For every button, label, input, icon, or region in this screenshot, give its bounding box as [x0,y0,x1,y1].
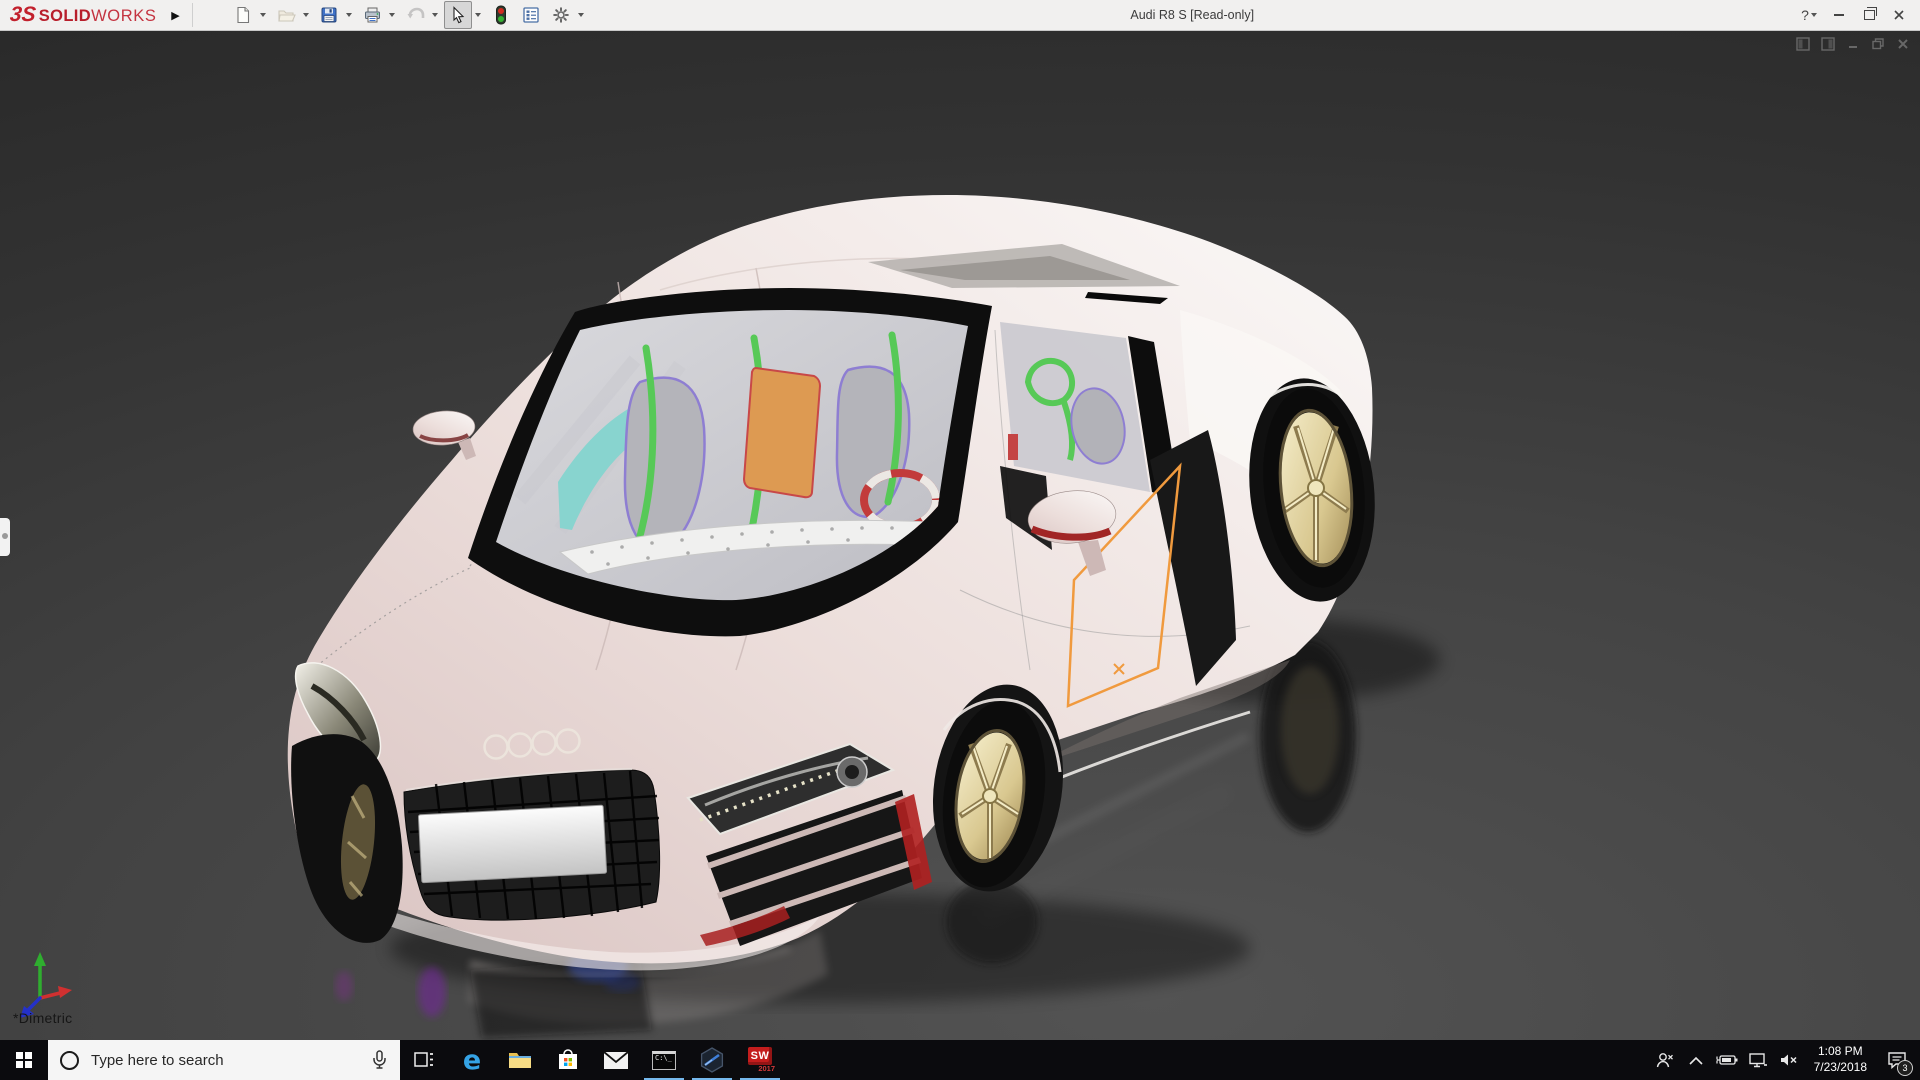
clock-date: 7/23/2018 [1813,1060,1867,1074]
help-dropdown [1810,13,1817,17]
save-button[interactable] [315,1,343,29]
window-controls: ? [1796,3,1912,27]
doc-restore-button[interactable] [1871,37,1885,51]
settings-button[interactable] [547,1,575,29]
undo-dropdown[interactable] [432,13,439,17]
window-title: Audi R8 S [Read-only] [1130,8,1255,22]
solidworks-logo: 3S SOLID WORKS [8,3,157,26]
restore-icon [1863,7,1877,20]
search-input[interactable] [89,1050,361,1070]
minimize-button[interactable] [1826,3,1852,27]
speaker-muted-icon [1780,1054,1797,1066]
taskbar-cad-hexagon-app[interactable] [688,1040,736,1080]
new-document-dropdown[interactable] [260,13,267,17]
options-list-icon [523,7,540,23]
cortana-icon [60,1050,79,1070]
taskbar-solidworks-2017[interactable]: SW 2017 [736,1040,784,1080]
license-plate [417,804,608,884]
taskbar-edge[interactable]: e [448,1040,496,1080]
chevron-up-icon [1689,1056,1703,1065]
view-orientation-label: *Dimetric [13,1010,73,1026]
network-status[interactable] [1746,1040,1770,1080]
task-view-icon [414,1052,433,1067]
taskbar-store[interactable] [544,1040,592,1080]
quick-toolbar [229,1,588,29]
windows-logo-icon [16,1052,32,1068]
taskbar-search[interactable] [48,1040,400,1080]
doc-close-button[interactable] [1896,37,1910,51]
select-tool-button[interactable] [444,1,473,29]
print-dropdown[interactable] [389,13,396,17]
file-explorer-icon [509,1053,531,1068]
help-button[interactable]: ? [1796,3,1822,27]
network-icon [1748,1053,1767,1068]
task-view-button[interactable] [400,1040,448,1080]
solidworks-2017-icon: SW 2017 [747,1047,775,1073]
minimize-icon [1834,14,1844,16]
taskbar-file-explorer[interactable] [496,1040,544,1080]
restore-button[interactable] [1856,3,1882,27]
windows-taskbar: e C:\_ SW [0,1040,1920,1080]
save-icon [321,7,337,23]
select-cursor-icon [453,6,465,24]
taskbar-mail[interactable] [592,1040,640,1080]
volume-status[interactable] [1777,1040,1801,1080]
command-prompt-icon: C:\_ [652,1050,676,1070]
gear-icon [553,7,570,23]
taskbar-command-prompt[interactable]: C:\_ [640,1040,688,1080]
rebuild-button[interactable] [487,1,515,29]
select-dropdown[interactable] [475,13,482,17]
save-dropdown[interactable] [346,13,353,17]
edge-icon: e [462,1044,482,1076]
taskbar-clock[interactable]: 1:08 PM 7/23/2018 [1808,1044,1873,1075]
notification-badge: 3 [1897,1060,1913,1076]
titlebar: 3S SOLID WORKS ▶ Audi R8 S [Read-only] ? [0,0,1920,31]
microsoft-store-icon [559,1049,577,1069]
close-button[interactable] [1886,3,1912,27]
mail-icon [603,1050,629,1069]
people-button[interactable] [1653,1040,1677,1080]
pane-left-button[interactable] [1796,37,1810,51]
document-window-controls [1796,37,1910,51]
pane-right-button[interactable] [1821,37,1835,51]
open-folder-icon [278,10,296,22]
menu-expand-arrow-icon[interactable]: ▶ [166,3,194,27]
open-button[interactable] [272,1,300,29]
battery-plug-icon [1716,1055,1738,1065]
doc-minimize-button[interactable] [1846,37,1860,51]
microphone-icon[interactable] [371,1050,388,1070]
car-model-audi-r8[interactable] [287,195,1386,971]
undo-button[interactable] [401,1,429,29]
undo-icon [407,7,425,19]
close-icon [1894,10,1904,20]
featuremanager-flyout-tab[interactable] [0,518,10,556]
rebuild-traffic-light-icon [496,5,507,25]
left-side-mirror [412,410,476,460]
start-button[interactable] [0,1040,48,1080]
power-status[interactable] [1715,1040,1739,1080]
new-document-icon [237,6,250,24]
front-grille [403,768,661,921]
hidden-icons-button[interactable] [1684,1040,1708,1080]
hexagon-app-icon [700,1047,724,1073]
settings-dropdown[interactable] [578,13,585,17]
interior-orange-panel [742,366,822,499]
people-icon [1656,1053,1673,1068]
clock-time: 1:08 PM [1817,1044,1863,1059]
print-button[interactable] [358,1,386,29]
print-icon [364,7,380,23]
model-scene[interactable] [0,30,1920,1040]
open-dropdown[interactable] [303,13,310,17]
action-center-button[interactable]: 3 [1880,1040,1914,1080]
graphics-viewport[interactable]: *Dimetric [0,30,1920,1040]
new-document-button[interactable] [229,1,257,29]
display-options-button[interactable] [517,1,545,29]
coordinate-triad [20,952,72,1018]
system-tray: 1:08 PM 7/23/2018 3 [1653,1040,1920,1080]
ds-logo-glyph: 3S [8,3,37,26]
